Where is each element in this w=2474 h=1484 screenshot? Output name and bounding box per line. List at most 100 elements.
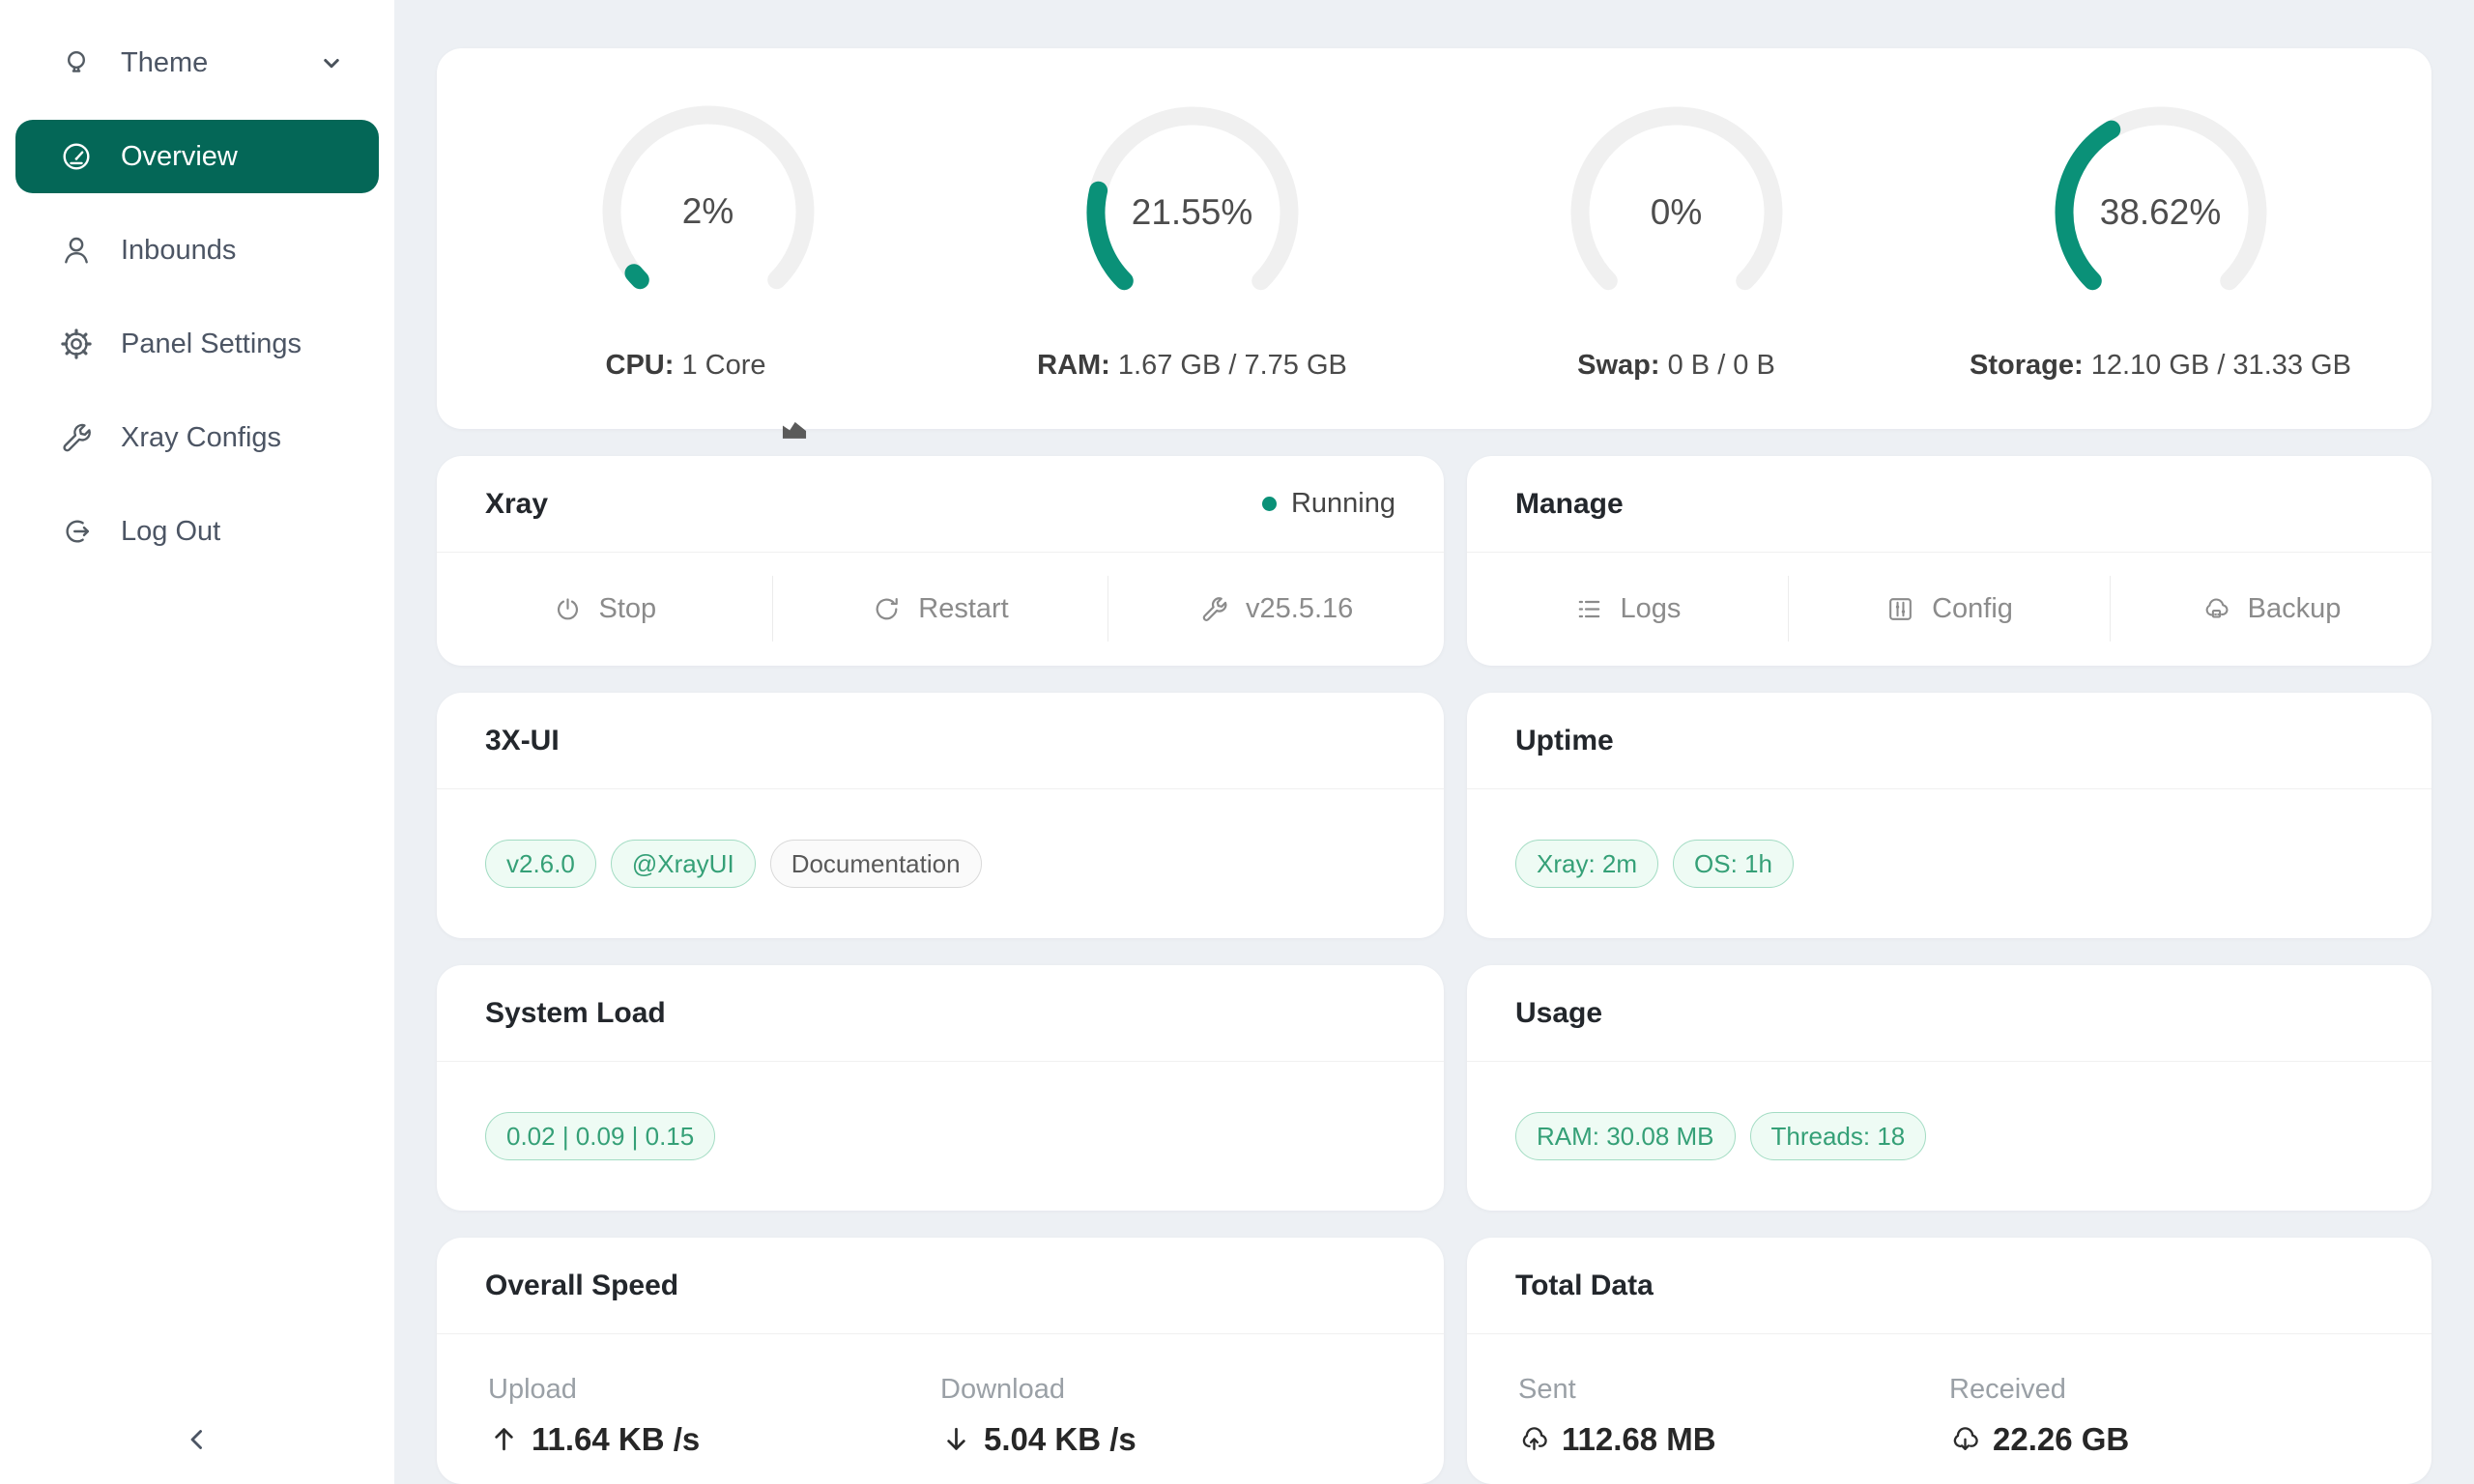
stop-button[interactable]: Stop	[437, 553, 772, 665]
chevron-down-icon	[317, 48, 346, 77]
status-dot-icon	[1262, 497, 1277, 511]
sidebar-collapse-button[interactable]	[0, 1409, 394, 1470]
config-button[interactable]: Config	[1789, 553, 2110, 665]
manage-card-header: Manage	[1467, 456, 2431, 553]
cloud-download-icon	[1949, 1423, 1981, 1455]
manage-card: Manage Logs	[1467, 456, 2431, 666]
system-load-card-header: System Load	[437, 965, 1444, 1062]
sidebar-item-log-out[interactable]: Log Out	[15, 495, 379, 568]
logs-button[interactable]: Logs	[1467, 553, 1788, 665]
arrow-up-icon	[488, 1423, 520, 1455]
threads-tag: Threads: 18	[1750, 1112, 1927, 1160]
ram-label: RAM: 1.67 GB / 7.75 GB	[1037, 350, 1347, 382]
storage-gauge: 38.62% Storage: 12.10 GB / 31.33 GB	[1918, 97, 2402, 382]
sidebar-item-label: Panel Settings	[121, 328, 302, 360]
download-stat: Download 5.04 KB /s	[940, 1374, 1393, 1458]
overall-speed-stats: Upload 11.64 KB /s Download 5.04	[437, 1334, 1444, 1483]
system-load-card-title: System Load	[485, 997, 666, 1030]
swap-label: Swap: 0 B / 0 B	[1577, 350, 1775, 382]
xui-card-title: 3X-UI	[485, 725, 560, 757]
overall-speed-card: Overall Speed Upload 11.64 KB /s Downloa…	[437, 1238, 1444, 1484]
usage-card-title: Usage	[1515, 997, 1602, 1030]
upload-value: 11.64 KB /s	[488, 1421, 940, 1458]
cpu-gauge-ring: 2%	[592, 96, 824, 328]
power-icon	[553, 594, 583, 624]
total-data-stats: Sent 112.68 MB Received	[1467, 1334, 2431, 1483]
version-tag[interactable]: v2.6.0	[485, 840, 596, 888]
reload-icon	[872, 594, 902, 624]
overall-speed-card-header: Overall Speed	[437, 1238, 1444, 1334]
sidebar-item-panel-settings[interactable]: Panel Settings	[15, 307, 379, 381]
xray-card-header: Xray Running	[437, 456, 1444, 553]
sent-stat: Sent 112.68 MB	[1518, 1374, 1949, 1458]
system-gauges-card: 2% CPU: 1 Core 21.55% RAM: 1.67 GB /	[437, 48, 2431, 429]
restart-button[interactable]: Restart	[773, 553, 1108, 665]
sidebar-item-label: Overview	[121, 141, 238, 173]
xui-card: 3X-UI v2.6.0 @XrayUI Documentation	[437, 693, 1444, 938]
stop-button-label: Stop	[599, 593, 657, 625]
sidebar-item-xray-configs[interactable]: Xray Configs	[15, 401, 379, 474]
manage-actions: Logs Config	[1467, 553, 2431, 665]
sidebar-item-inbounds[interactable]: Inbounds	[15, 214, 379, 287]
storage-percent: 38.62%	[2045, 97, 2277, 328]
sent-value: 112.68 MB	[1518, 1421, 1949, 1458]
xui-tags: v2.6.0 @XrayUI Documentation	[437, 789, 1444, 937]
uptime-tags: Xray: 2m OS: 1h	[1467, 789, 2431, 937]
list-icon	[1574, 594, 1604, 624]
bulb-icon	[59, 45, 94, 80]
overall-speed-card-title: Overall Speed	[485, 1270, 678, 1302]
xray-status-text: Running	[1291, 488, 1395, 520]
download-value: 5.04 KB /s	[940, 1421, 1393, 1458]
sidebar-nav: Theme Overview Inbounds	[0, 0, 394, 568]
load-average-tag: 0.02 | 0.09 | 0.15	[485, 1112, 715, 1160]
cloud-server-icon	[2201, 594, 2231, 624]
cpu-percent: 2%	[592, 96, 824, 328]
wrench-icon	[1199, 594, 1229, 624]
control-icon	[1885, 594, 1915, 624]
ram-usage-tag: RAM: 30.08 MB	[1515, 1112, 1736, 1160]
xray-version-button[interactable]: v25.5.16	[1108, 553, 1444, 665]
ram-gauge: 21.55% RAM: 1.67 GB / 7.75 GB	[950, 97, 1434, 382]
total-data-card-header: Total Data	[1467, 1238, 2431, 1334]
usage-tags: RAM: 30.08 MB Threads: 18	[1467, 1062, 2431, 1210]
uptime-card: Uptime Xray: 2m OS: 1h	[1467, 693, 2431, 938]
received-stat: Received 22.26 GB	[1949, 1374, 2380, 1458]
chevron-left-icon	[181, 1423, 214, 1456]
main-content: 2% CPU: 1 Core 21.55% RAM: 1.67 GB /	[394, 0, 2474, 1484]
swap-gauge-ring: 0%	[1561, 97, 1793, 328]
sidebar-item-label: Xray Configs	[121, 422, 281, 454]
total-data-card: Total Data Sent 112.68 MB	[1467, 1238, 2431, 1484]
os-uptime-tag: OS: 1h	[1673, 840, 1794, 888]
sidebar-item-theme[interactable]: Theme	[15, 26, 379, 100]
area-chart-icon[interactable]	[778, 349, 811, 382]
upload-stat: Upload 11.64 KB /s	[488, 1374, 940, 1458]
wrench-icon	[59, 420, 94, 455]
backup-button[interactable]: Backup	[2111, 553, 2431, 665]
usage-card-header: Usage	[1467, 965, 2431, 1062]
config-button-label: Config	[1932, 593, 2013, 625]
swap-gauge: 0% Swap: 0 B / 0 B	[1434, 97, 1918, 382]
uptime-card-header: Uptime	[1467, 693, 2431, 789]
swap-percent: 0%	[1561, 97, 1793, 328]
system-load-card: System Load 0.02 | 0.09 | 0.15	[437, 965, 1444, 1211]
uptime-card-title: Uptime	[1515, 725, 1614, 757]
documentation-tag[interactable]: Documentation	[770, 840, 982, 888]
logs-button-label: Logs	[1621, 593, 1682, 625]
system-load-tags: 0.02 | 0.09 | 0.15	[437, 1062, 1444, 1210]
logout-icon	[59, 514, 94, 549]
ram-percent: 21.55%	[1077, 97, 1309, 328]
xray-version-label: v25.5.16	[1246, 593, 1353, 625]
sidebar-item-overview[interactable]: Overview	[15, 120, 379, 193]
backup-button-label: Backup	[2248, 593, 2342, 625]
gear-icon	[59, 327, 94, 361]
user-icon	[59, 233, 94, 268]
storage-gauge-ring: 38.62%	[2045, 97, 2277, 328]
received-label: Received	[1949, 1374, 2380, 1406]
sidebar-item-label: Theme	[121, 47, 208, 79]
arrow-down-icon	[940, 1423, 972, 1455]
restart-button-label: Restart	[918, 593, 1008, 625]
xui-card-header: 3X-UI	[437, 693, 1444, 789]
xrayui-tag[interactable]: @XrayUI	[611, 840, 756, 888]
storage-label: Storage: 12.10 GB / 31.33 GB	[1970, 350, 2351, 382]
total-data-card-title: Total Data	[1515, 1270, 1654, 1302]
